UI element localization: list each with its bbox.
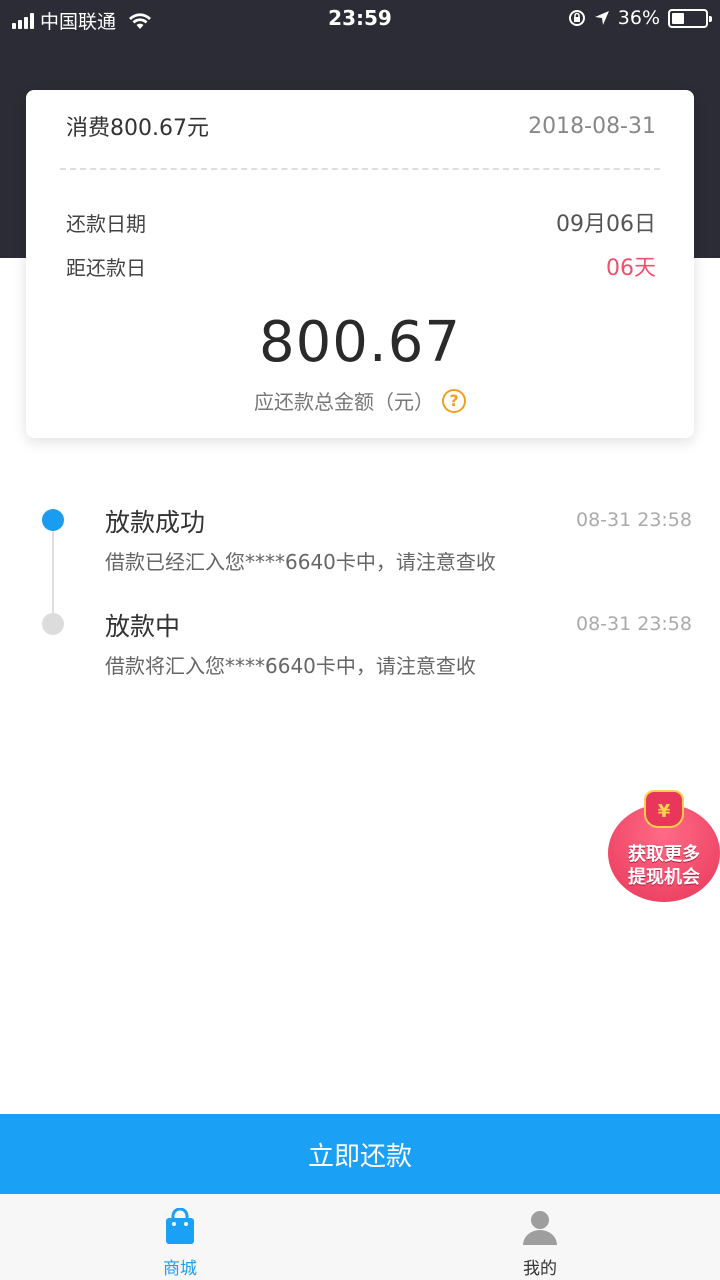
shopping-bag-icon [166,1208,194,1244]
tab-label: 商城 [163,1259,197,1279]
timeline-item-time: 08-31 23:58 [575,613,692,635]
timeline-item-title: 放款成功 [105,508,206,537]
battery-icon [668,8,712,28]
timeline-dot-active [42,509,64,531]
bottom-tab-bar: 商城 我的 [0,1194,720,1280]
status-bar: 中国联通 23:59 36% [0,0,720,38]
rotation-lock-icon [568,10,585,26]
location-arrow-icon [594,11,609,25]
bill-date: 2018-08-31 [528,113,656,139]
repay-date-value: 09月06日 [556,212,656,237]
promo-bubble[interactable]: ¥ 获取更多 提现机会 [608,790,720,902]
user-icon [523,1211,557,1245]
battery-percent: 36% [617,7,660,29]
repay-date-label: 还款日期 [66,211,146,236]
timeline-connector [52,522,54,620]
tab-mall[interactable]: 商城 [0,1194,360,1280]
repay-now-button[interactable]: 立即还款 [0,1114,720,1194]
timeline-item-desc: 借款将汇入您****6640卡中，请注意查收 [105,654,476,678]
timeline-dot-inactive [42,613,64,635]
divider [60,168,660,170]
timeline-item-desc: 借款已经汇入您****6640卡中，请注意查收 [105,550,496,574]
total-amount-label: 应还款总金额（元） [254,390,434,414]
bill-card: 消费800.67元 2018-08-31 还款日期 09月06日 距还款日 06… [26,90,694,438]
days-left-value: 06天 [606,256,656,281]
promo-text-line2: 提现机会 [628,867,700,888]
tab-mine[interactable]: 我的 [360,1194,720,1280]
money-bag-icon: ¥ [644,790,684,828]
timeline-item-title: 放款中 [105,612,181,641]
timeline-item-time: 08-31 23:58 [575,509,692,531]
total-amount: 800.67 [259,310,461,375]
days-left-label: 距还款日 [66,255,146,280]
tab-label: 我的 [523,1259,557,1279]
bill-title: 消费800.67元 [66,116,209,141]
question-circle-icon[interactable]: ? [442,388,466,413]
